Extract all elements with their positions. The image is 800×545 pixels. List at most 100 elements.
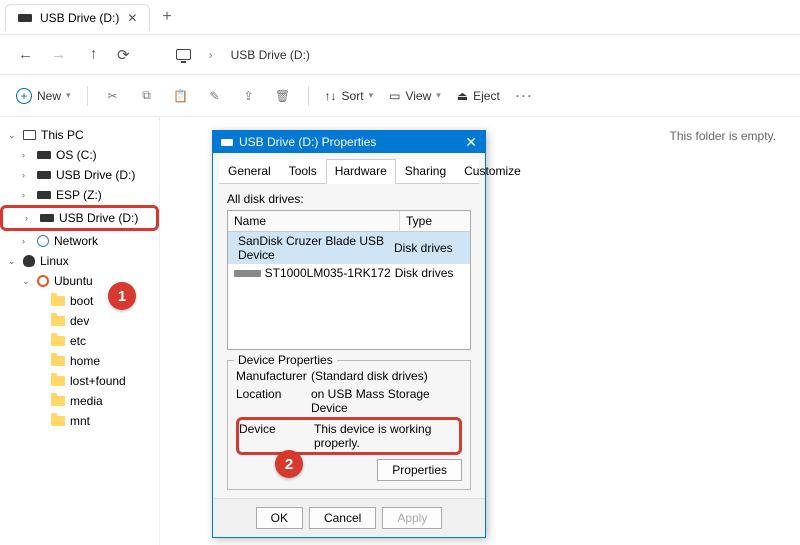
drive-list-header: Name Type	[228, 211, 470, 232]
folder-icon	[51, 356, 65, 366]
dialog-titlebar[interactable]: USB Drive (D:) Properties ✕	[213, 131, 485, 153]
sidebar-item-folder[interactable]: mnt	[0, 411, 159, 431]
drive-icon	[221, 139, 233, 146]
new-tab-button[interactable]: +	[162, 8, 171, 26]
new-button[interactable]: + New ▾	[16, 88, 71, 104]
drive-list-row[interactable]: ST1000LM035-1RK172Disk drives	[228, 264, 470, 282]
tab-title: USB Drive (D:)	[40, 11, 119, 25]
dialog-tab-tools[interactable]: Tools	[280, 159, 326, 183]
drive-list-row[interactable]: SanDisk Cruzer Blade USB DeviceDisk driv…	[228, 232, 470, 264]
folder-icon	[51, 296, 65, 306]
prop-manufacturer: Manufacturer(Standard disk drives)	[236, 367, 462, 385]
linux-icon	[23, 255, 35, 267]
cut-icon[interactable]: ✂	[104, 87, 122, 105]
prop-device-status-highlighted: DeviceThis device is working properly.	[236, 417, 462, 455]
sidebar-item-this-pc[interactable]: ⌄This PC	[0, 125, 159, 145]
copy-icon[interactable]: ⧉	[138, 87, 156, 105]
window-tab[interactable]: USB Drive (D:) ✕	[5, 4, 150, 31]
dialog-tabs: GeneralToolsHardwareSharingCustomize	[219, 159, 479, 184]
sidebar-item-os-c[interactable]: ›OS (C:)	[0, 145, 159, 165]
sidebar-item-folder[interactable]: lost+found	[0, 371, 159, 391]
dialog-tab-sharing[interactable]: Sharing	[396, 159, 455, 183]
paste-icon[interactable]: 📋	[172, 87, 190, 105]
up-button[interactable]: →	[83, 47, 100, 62]
sidebar: ⌄This PC ›OS (C:) ›USB Drive (D:) ›ESP (…	[0, 117, 160, 545]
drive-icon	[18, 14, 32, 22]
eject-icon: ⏏	[457, 89, 468, 103]
annotation-badge-1: 1	[108, 282, 136, 310]
device-properties-group: Device Properties Manufacturer(Standard …	[227, 360, 471, 490]
sidebar-item-folder[interactable]: home	[0, 351, 159, 371]
apply-button[interactable]: Apply	[382, 507, 442, 529]
drive-icon	[37, 171, 51, 179]
more-button[interactable]: ···	[516, 87, 534, 105]
col-type[interactable]: Type	[400, 211, 470, 231]
dialog-tab-general[interactable]: General	[219, 159, 280, 183]
chevron-down-icon: ▾	[369, 90, 374, 101]
sidebar-item-usb-d[interactable]: ›USB Drive (D:)	[0, 165, 159, 185]
drive-icon	[37, 151, 51, 159]
toolbar: + New ▾ ✂ ⧉ 📋 ✎ ⇪ 🗑 ↑↓ Sort ▾ ▭ View ▾ ⏏…	[0, 75, 800, 117]
view-button[interactable]: ▭ View ▾	[389, 89, 441, 103]
prop-location: Locationon USB Mass Storage Device	[236, 385, 462, 417]
empty-folder-message: This folder is empty.	[670, 129, 776, 143]
ubuntu-icon	[37, 275, 49, 287]
dialog-title: USB Drive (D:) Properties	[239, 135, 376, 149]
chevron-down-icon: ▾	[66, 90, 71, 101]
chevron-down-icon: ▾	[436, 90, 441, 101]
folder-icon	[51, 396, 65, 406]
sort-button[interactable]: ↑↓ Sort ▾	[325, 89, 374, 103]
view-label: View	[405, 89, 431, 103]
rename-icon[interactable]: ✎	[206, 87, 224, 105]
dialog-footer: OK Cancel Apply	[213, 498, 485, 537]
refresh-button[interactable]: ⟳	[117, 46, 130, 64]
dialog-close-button[interactable]: ✕	[465, 134, 477, 151]
folder-icon	[51, 376, 65, 386]
cancel-button[interactable]: Cancel	[309, 507, 376, 529]
dialog-tab-customize[interactable]: Customize	[455, 159, 530, 183]
ok-button[interactable]: OK	[256, 507, 303, 529]
eject-button[interactable]: ⏏ Eject	[457, 89, 500, 103]
properties-button[interactable]: Properties	[377, 459, 462, 481]
forward-button[interactable]: →	[51, 46, 66, 63]
new-label: New	[37, 89, 61, 103]
annotation-badge-2: 2	[275, 450, 303, 478]
dialog-body: All disk drives: Name Type SanDisk Cruze…	[213, 184, 485, 498]
sidebar-item-usb-d-highlighted[interactable]: ›USB Drive (D:)	[0, 205, 159, 231]
breadcrumb-location[interactable]: USB Drive (D:)	[231, 48, 310, 62]
sidebar-item-folder[interactable]: media	[0, 391, 159, 411]
col-name[interactable]: Name	[228, 211, 400, 231]
sidebar-item-folder[interactable]: dev	[0, 311, 159, 331]
sidebar-item-esp-z[interactable]: ›ESP (Z:)	[0, 185, 159, 205]
sidebar-item-folder[interactable]: etc	[0, 331, 159, 351]
delete-icon[interactable]: 🗑	[274, 87, 292, 105]
plus-circle-icon: +	[16, 88, 32, 104]
folder-icon	[51, 416, 65, 426]
device-properties-legend: Device Properties	[234, 353, 337, 367]
back-button[interactable]: ←	[18, 46, 33, 63]
sidebar-item-network[interactable]: ›Network	[0, 231, 159, 251]
drive-icon	[40, 214, 54, 222]
view-icon: ▭	[389, 89, 400, 103]
tab-bar: USB Drive (D:) ✕ +	[0, 0, 800, 35]
close-tab-icon[interactable]: ✕	[127, 11, 137, 25]
sidebar-item-linux[interactable]: ⌄Linux	[0, 251, 159, 271]
drive-list: Name Type SanDisk Cruzer Blade USB Devic…	[227, 210, 471, 350]
dialog-tab-hardware[interactable]: Hardware	[326, 159, 396, 184]
disk-icon	[234, 270, 261, 277]
folder-icon	[51, 316, 65, 326]
all-drives-label: All disk drives:	[227, 192, 471, 206]
sort-label: Sort	[342, 89, 364, 103]
pc-icon	[23, 130, 36, 140]
sidebar-item-ubuntu[interactable]: ⌄Ubuntu	[0, 271, 159, 291]
sort-icon: ↑↓	[325, 89, 337, 103]
chevron-right-icon: ›	[209, 48, 213, 62]
folder-icon	[51, 336, 65, 346]
nav-bar: ← → → ⟳ › USB Drive (D:)	[0, 35, 800, 75]
this-pc-icon	[176, 49, 191, 60]
properties-dialog: USB Drive (D:) Properties ✕ GeneralTools…	[212, 130, 486, 538]
eject-label: Eject	[473, 89, 500, 103]
share-icon[interactable]: ⇪	[240, 87, 258, 105]
drive-icon	[37, 191, 51, 199]
network-icon	[37, 235, 49, 247]
